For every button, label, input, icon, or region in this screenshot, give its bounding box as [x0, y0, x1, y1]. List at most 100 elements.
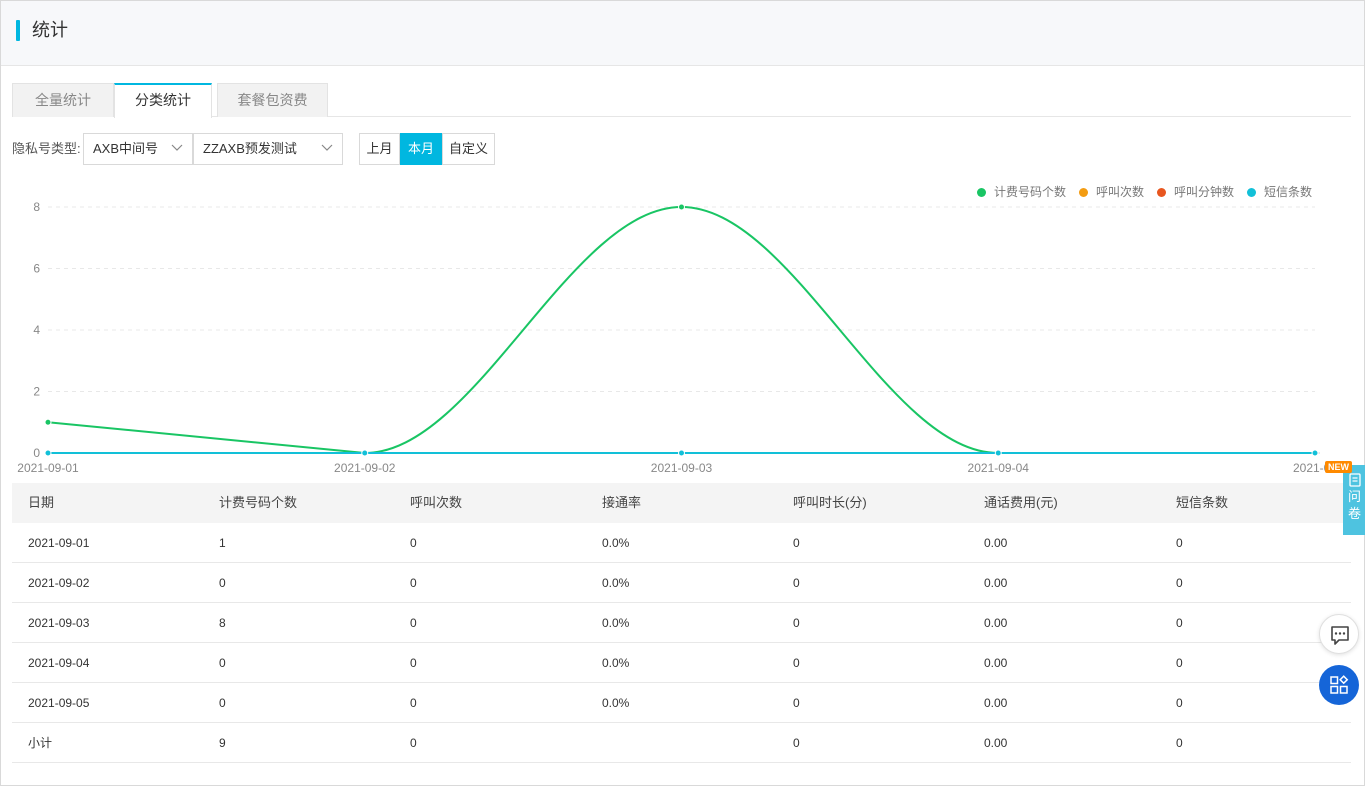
table-cell: 0.0%	[602, 696, 630, 710]
survey-label: 问卷	[1348, 489, 1362, 521]
custom-period-button[interactable]: 自定义	[442, 133, 495, 165]
table-cell: 9	[219, 736, 226, 750]
table-cell: 0.00	[984, 536, 1008, 550]
table-cell: 0	[793, 696, 800, 710]
data-point	[678, 203, 685, 211]
table-row: 2021-09-01 1 0 0.0% 0 0.00 0	[12, 523, 1351, 563]
page-title: 统计	[32, 20, 68, 40]
table-cell: 0	[410, 736, 417, 750]
table-cell: 2021-09-05	[28, 696, 90, 710]
y-tick-label: 2	[33, 385, 40, 399]
table-cell: 2021-09-03	[28, 616, 90, 630]
title-accent-bar	[16, 20, 20, 41]
table-cell: 0	[219, 656, 226, 670]
table-cell: 小计	[28, 736, 53, 750]
table-cell: 0.0%	[602, 536, 630, 550]
column-header: 计费号码个数	[219, 495, 298, 510]
table-cell: 1	[219, 536, 226, 550]
table-cell: 2021-09-01	[28, 536, 90, 550]
table-cell: 0	[1176, 536, 1183, 550]
y-tick-label: 8	[33, 200, 40, 214]
table-body: 2021-09-01 1 0 0.0% 0 0.00 0 2021-09-02 0 0 0.0% 0 0…	[12, 523, 1351, 763]
table-cell: 0	[793, 536, 800, 550]
table-row: 2021-09-04 0 0 0.0% 0 0.00 0	[12, 643, 1351, 683]
table-cell: 0	[793, 656, 800, 670]
chevron-down-icon	[171, 144, 183, 151]
tab-bar: 全量统计 分类统计 套餐包资费	[12, 83, 1351, 118]
privacy-number-type-label: 隐私号类型:	[12, 141, 81, 156]
table-cell: 0.0%	[602, 616, 630, 630]
chevron-down-icon	[321, 144, 333, 151]
account-select[interactable]: ZZAXB预发测试	[193, 133, 343, 165]
tab-package-fees[interactable]: 套餐包资费	[217, 83, 328, 117]
table-row: 2021-09-02 0 0 0.0% 0 0.00 0	[12, 563, 1351, 603]
table-cell: 0	[219, 576, 226, 590]
x-tick-label: 2021-09-03	[651, 461, 713, 475]
apps-icon	[1330, 675, 1349, 694]
table-cell: 0	[1176, 656, 1183, 670]
account-select-value: ZZAXB预发测试	[203, 141, 297, 156]
table-cell: 0	[1176, 616, 1183, 630]
y-tick-label: 4	[33, 323, 40, 337]
table-row: 小计 9 0 0 0.00 0	[12, 723, 1351, 763]
page-header: 统计	[1, 1, 1364, 66]
x-tick-label: 2021-09-01	[17, 461, 79, 475]
table-cell: 0	[410, 536, 417, 550]
survey-side-tab[interactable]: NEW 问卷	[1325, 461, 1365, 535]
table-cell: 0	[410, 656, 417, 670]
table-cell: 0	[793, 616, 800, 630]
table-cell: 0	[410, 616, 417, 630]
table-header: 日期 计费号码个数 呼叫次数 接通率 呼叫时长(分) 通话费用(元) 短信条数	[12, 483, 1351, 523]
page-frame: 统计 全量统计 分类统计 套餐包资费 隐私号类型: AXB中间号 ZZAXB预发…	[0, 0, 1365, 786]
chat-icon	[1331, 626, 1349, 645]
data-point	[678, 449, 685, 457]
table-cell: 0	[793, 736, 800, 750]
table-cell: 0	[410, 696, 417, 710]
y-tick-label: 0	[33, 446, 40, 460]
y-tick-label: 6	[33, 262, 40, 276]
column-header: 呼叫次数	[410, 495, 463, 510]
table-cell: 0	[219, 696, 226, 710]
table-cell: 0.00	[984, 696, 1008, 710]
stats-table: 日期 计费号码个数 呼叫次数 接通率 呼叫时长(分) 通话费用(元) 短信条数 2021-0…	[12, 483, 1351, 763]
x-tick-label: 2021-09-04	[968, 461, 1030, 475]
column-header: 短信条数	[1176, 495, 1229, 510]
data-point	[1311, 449, 1319, 457]
chat-button[interactable]	[1319, 614, 1359, 654]
table-cell: 0	[1176, 696, 1183, 710]
table-row: 2021-09-03 8 0 0.0% 0 0.00 0	[12, 603, 1351, 643]
tab-category-stats[interactable]: 分类统计	[114, 83, 212, 118]
last-month-button[interactable]: 上月	[359, 133, 400, 165]
column-header: 呼叫时长(分)	[793, 495, 867, 510]
survey-icon	[1348, 473, 1361, 487]
table-cell: 8	[219, 616, 226, 630]
table-cell: 0	[1176, 736, 1183, 750]
table-cell: 0.00	[984, 616, 1008, 630]
tab-full-stats[interactable]: 全量统计	[12, 83, 114, 117]
table-cell: 2021-09-02	[28, 576, 90, 590]
line-chart: 0 2 4 6 8 2021-09-01 2021-09-02 2021-09-03 2021-…	[17, 200, 1337, 475]
table-cell: 0	[410, 576, 417, 590]
number-type-select-value: AXB中间号	[93, 141, 159, 156]
table-cell: 0	[1176, 576, 1183, 590]
table-row: 2021-09-05 0 0 0.0% 0 0.00 0	[12, 683, 1351, 723]
table-cell: 0.0%	[602, 576, 630, 590]
table-cell: 0.00	[984, 576, 1008, 590]
column-header: 日期	[28, 495, 55, 510]
table-cell: 0.00	[984, 736, 1008, 750]
table-cell: 0.0%	[602, 656, 630, 670]
this-month-button[interactable]: 本月	[400, 133, 442, 165]
data-point	[994, 449, 1002, 457]
data-point	[361, 449, 369, 457]
column-header: 通话费用(元)	[984, 495, 1058, 510]
data-point	[44, 418, 52, 426]
data-point	[44, 449, 52, 457]
table-cell: 0.00	[984, 656, 1008, 670]
column-header: 接通率	[602, 495, 642, 510]
new-badge: NEW	[1325, 461, 1352, 473]
apps-button[interactable]	[1319, 665, 1359, 705]
number-type-select[interactable]: AXB中间号	[83, 133, 193, 165]
table-cell: 2021-09-04	[28, 656, 90, 670]
x-tick-label: 2021-09-02	[334, 461, 396, 475]
table-cell: 0	[793, 576, 800, 590]
